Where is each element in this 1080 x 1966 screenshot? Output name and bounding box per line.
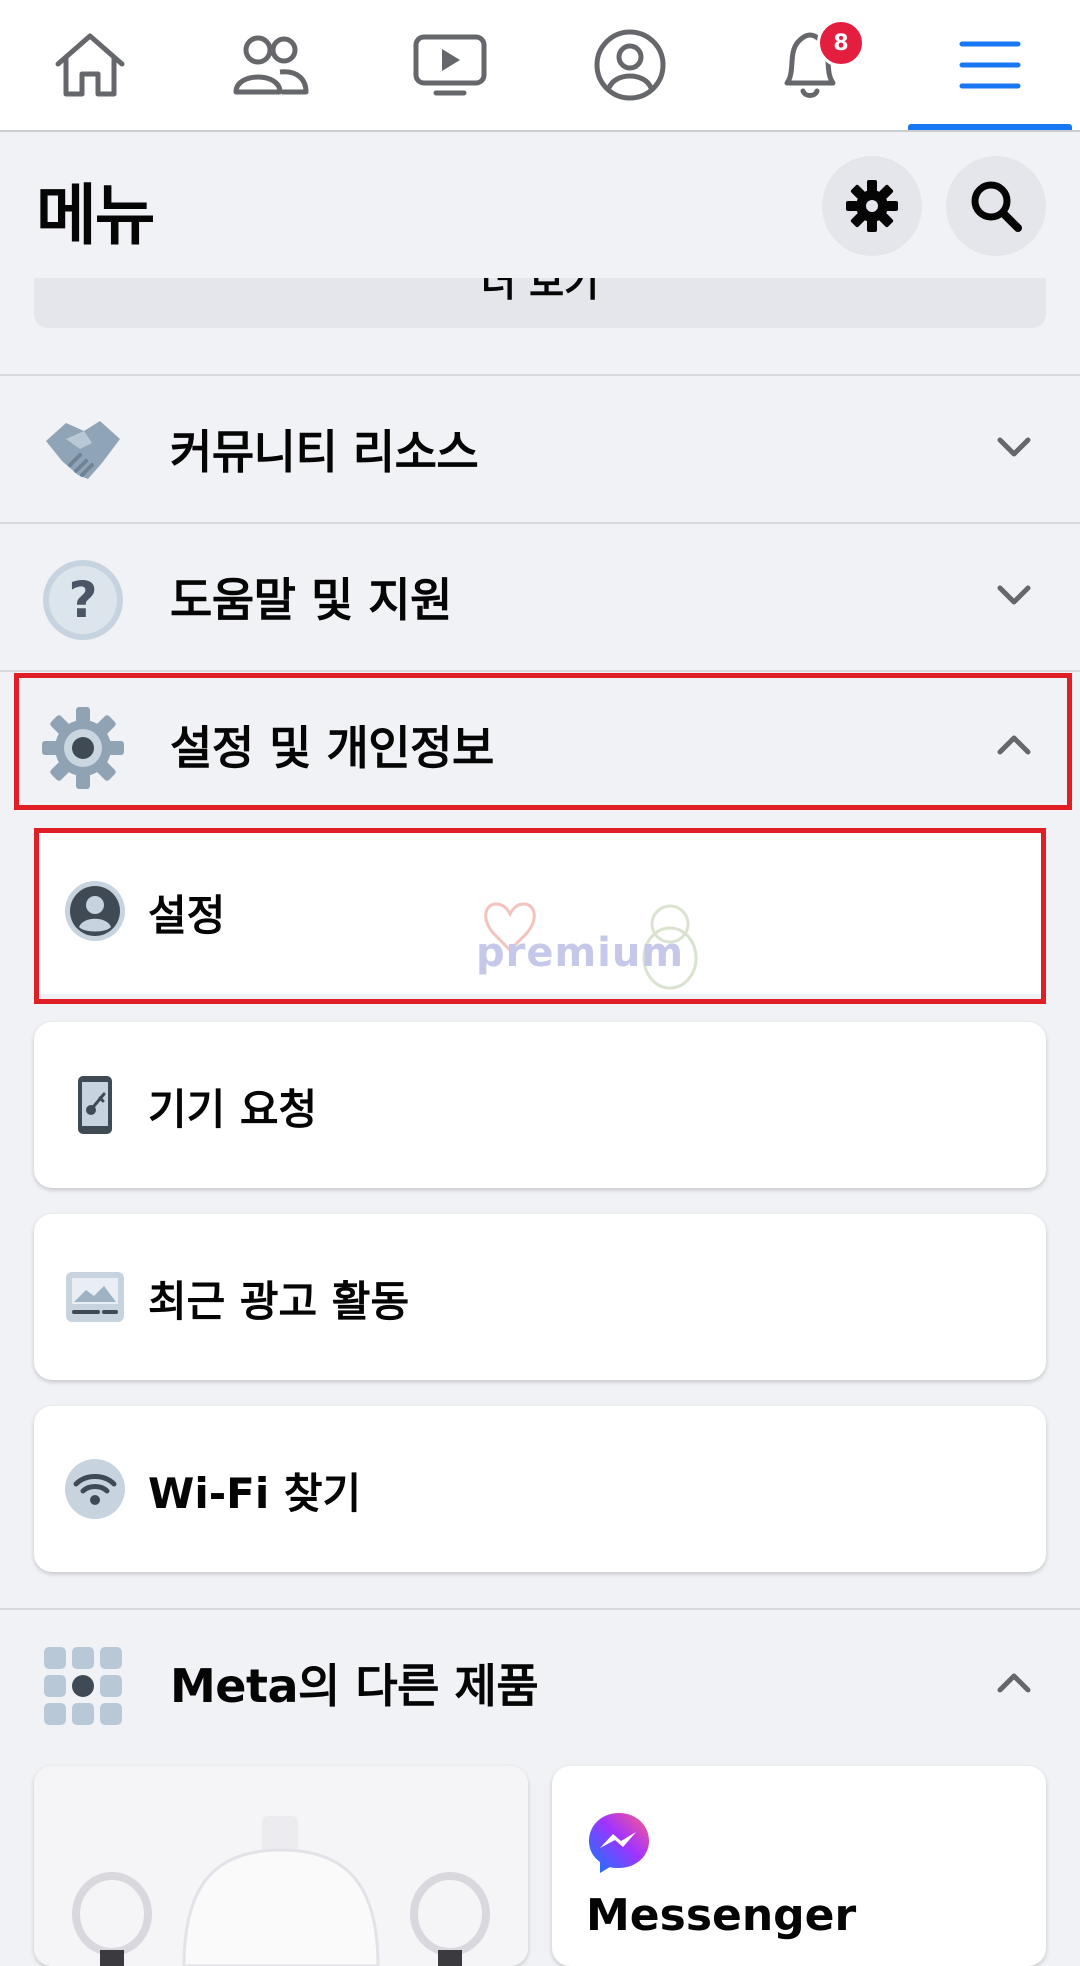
- menu-header: 메뉴: [0, 132, 1080, 272]
- recent-ad-activity-card[interactable]: 최근 광고 활동: [34, 1214, 1046, 1380]
- watch-icon: [413, 34, 487, 96]
- section-meta-products[interactable]: Meta의 다른 제품: [0, 1610, 1080, 1756]
- top-navigation-bar: 8: [0, 0, 1080, 132]
- notification-count-badge: 8: [817, 19, 865, 67]
- find-wifi-card[interactable]: Wi-Fi 찾기: [34, 1406, 1046, 1572]
- section-label: 도움말 및 지원: [170, 573, 452, 627]
- friends-icon: [233, 35, 309, 95]
- chevron-down-icon: [997, 437, 1031, 457]
- apps-grid-icon: [44, 1647, 122, 1725]
- wifi-icon: [65, 1459, 125, 1519]
- device-request-label: 기기 요청: [148, 1085, 318, 1134]
- search-icon: [971, 181, 1022, 232]
- search-button[interactable]: [946, 156, 1046, 256]
- nav-friends-button[interactable]: [180, 0, 360, 130]
- chevron-up-icon: [997, 1673, 1031, 1693]
- profile-icon: [594, 29, 666, 101]
- page-title: 메뉴: [36, 177, 155, 254]
- nav-profile-button[interactable]: [540, 0, 720, 130]
- handshake-icon: [46, 421, 120, 479]
- section-label: Meta의 다른 제품: [170, 1659, 539, 1713]
- messenger-product-card[interactable]: Messenger: [552, 1766, 1046, 1966]
- settings-button[interactable]: [822, 156, 922, 256]
- highlight-box: [14, 673, 1072, 810]
- oculus-product-card[interactable]: [34, 1766, 528, 1966]
- home-icon: [55, 33, 125, 97]
- device-request-card[interactable]: 기기 요청: [34, 1022, 1046, 1188]
- section-help-support[interactable]: ? 도움말 및 지원: [0, 524, 1080, 670]
- section-label: 커뮤니티 리소스: [170, 425, 479, 479]
- nav-watch-button[interactable]: [360, 0, 540, 130]
- vr-headset-image: [34, 1766, 528, 1966]
- nav-menu-button[interactable]: [900, 0, 1080, 130]
- chevron-down-icon: [997, 585, 1031, 605]
- nav-notifications-button[interactable]: [720, 0, 900, 130]
- question-mark-icon: ?: [43, 560, 123, 640]
- messenger-icon: [589, 1813, 649, 1873]
- menu-icon: [959, 41, 1021, 89]
- recent-ad-activity-label: 최근 광고 활동: [148, 1277, 410, 1326]
- nav-home-button[interactable]: [0, 0, 180, 130]
- see-more-button[interactable]: 더 보기: [34, 278, 1046, 328]
- svg-text:?: ?: [68, 571, 97, 629]
- find-wifi-label: Wi-Fi 찾기: [148, 1469, 362, 1518]
- active-tab-indicator: [908, 124, 1072, 130]
- ad-image-icon: [66, 1272, 124, 1322]
- see-more-label: 더 보기: [480, 278, 600, 305]
- section-community-resources[interactable]: 커뮤니티 리소스: [0, 376, 1080, 522]
- phone-key-icon: [78, 1076, 112, 1134]
- messenger-label: Messenger: [586, 1890, 857, 1941]
- gear-icon: [846, 180, 898, 232]
- watermark-text: premium: [476, 930, 685, 976]
